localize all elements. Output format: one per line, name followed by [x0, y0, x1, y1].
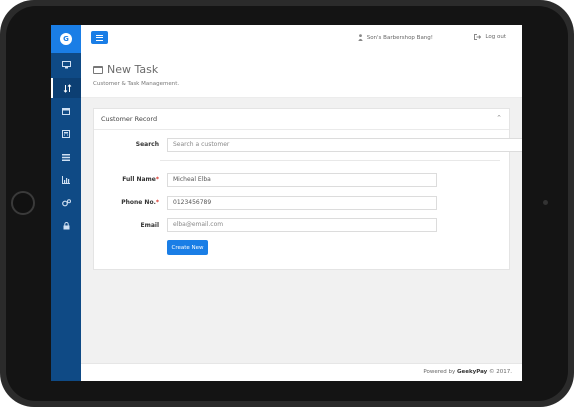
hamburger-line — [96, 39, 103, 41]
card-header: Customer Record ⌃ — [94, 109, 509, 130]
phone-label-text: Phone No. — [121, 199, 156, 206]
sort-icon — [63, 83, 71, 93]
chevron-up-icon[interactable]: ⌃ — [496, 114, 502, 122]
list-icon — [62, 153, 70, 161]
cogs-icon — [61, 199, 71, 207]
footer-brand[interactable]: GeekyPay — [457, 369, 487, 375]
sidebar-item-tasks[interactable] — [51, 78, 81, 98]
sidebar-item-security[interactable] — [51, 216, 81, 236]
footer-text: Powered by GeekyPay © 2017. — [423, 369, 512, 375]
search-label: Search — [135, 141, 159, 148]
footer: Powered by GeekyPay © 2017. — [81, 363, 522, 381]
desktop-icon — [61, 61, 71, 69]
logout-link[interactable]: Log out — [474, 34, 506, 40]
page-title-text: New Task — [107, 63, 159, 76]
home-button — [11, 191, 35, 215]
sidebar-item-reports[interactable] — [51, 170, 81, 190]
form-divider — [160, 160, 500, 161]
page-header: New Task Customer & Task Management. — [81, 53, 522, 98]
user-icon — [358, 34, 363, 41]
user-menu[interactable]: Son's Barbershop Bang! — [358, 34, 433, 41]
create-new-button[interactable]: Create New — [167, 240, 208, 255]
calendar-icon — [62, 108, 70, 115]
top-bar: Son's Barbershop Bang! Log out — [81, 25, 522, 54]
app-logo[interactable]: G — [51, 25, 81, 53]
search-input[interactable]: Search a customer — [167, 138, 522, 152]
calculator-icon — [62, 130, 70, 138]
sidebar-item-calculator[interactable] — [51, 124, 81, 144]
footer-prefix: Powered by — [423, 369, 456, 375]
email-label: Email — [140, 222, 159, 229]
logo-icon: G — [60, 33, 72, 45]
lock-icon — [63, 222, 69, 230]
camera-dot — [543, 200, 548, 205]
sidebar-item-list[interactable] — [51, 147, 81, 167]
card-title: Customer Record — [101, 115, 158, 123]
email-field[interactable]: elba@email.com — [167, 218, 437, 232]
required-marker: * — [155, 199, 159, 206]
fullname-field[interactable]: Micheal Elba — [167, 173, 437, 187]
menu-toggle-button[interactable] — [91, 31, 108, 44]
page-subtitle: Customer & Task Management. — [93, 81, 180, 87]
footer-suffix: © 2017. — [489, 369, 512, 375]
app-screen: G Son's Barbershop Bang! Log out New Tas… — [51, 25, 522, 381]
fullname-label: Full Name* — [99, 176, 159, 183]
sidebar-item-settings[interactable] — [51, 193, 81, 213]
phone-label: Phone No.* — [99, 199, 159, 206]
hamburger-line — [96, 37, 103, 38]
required-marker: * — [155, 176, 159, 183]
customer-record-card: Customer Record ⌃ Search Search a custom… — [93, 108, 522, 270]
hamburger-icon — [96, 34, 103, 36]
window-icon — [93, 65, 103, 74]
logout-label: Log out — [485, 34, 506, 40]
sidebar-item-calendar[interactable] — [51, 101, 81, 121]
tablet-frame: G Son's Barbershop Bang! Log out New Tas… — [0, 0, 574, 407]
page-title: New Task — [93, 63, 158, 76]
sidebar: G — [51, 25, 81, 381]
fullname-label-text: Full Name — [122, 176, 156, 183]
sign-out-icon — [474, 34, 482, 40]
bar-chart-icon — [62, 176, 70, 184]
sidebar-item-dashboard[interactable] — [51, 55, 81, 75]
phone-field[interactable]: 0123456789 — [167, 196, 437, 210]
user-name: Son's Barbershop Bang! — [366, 34, 433, 41]
